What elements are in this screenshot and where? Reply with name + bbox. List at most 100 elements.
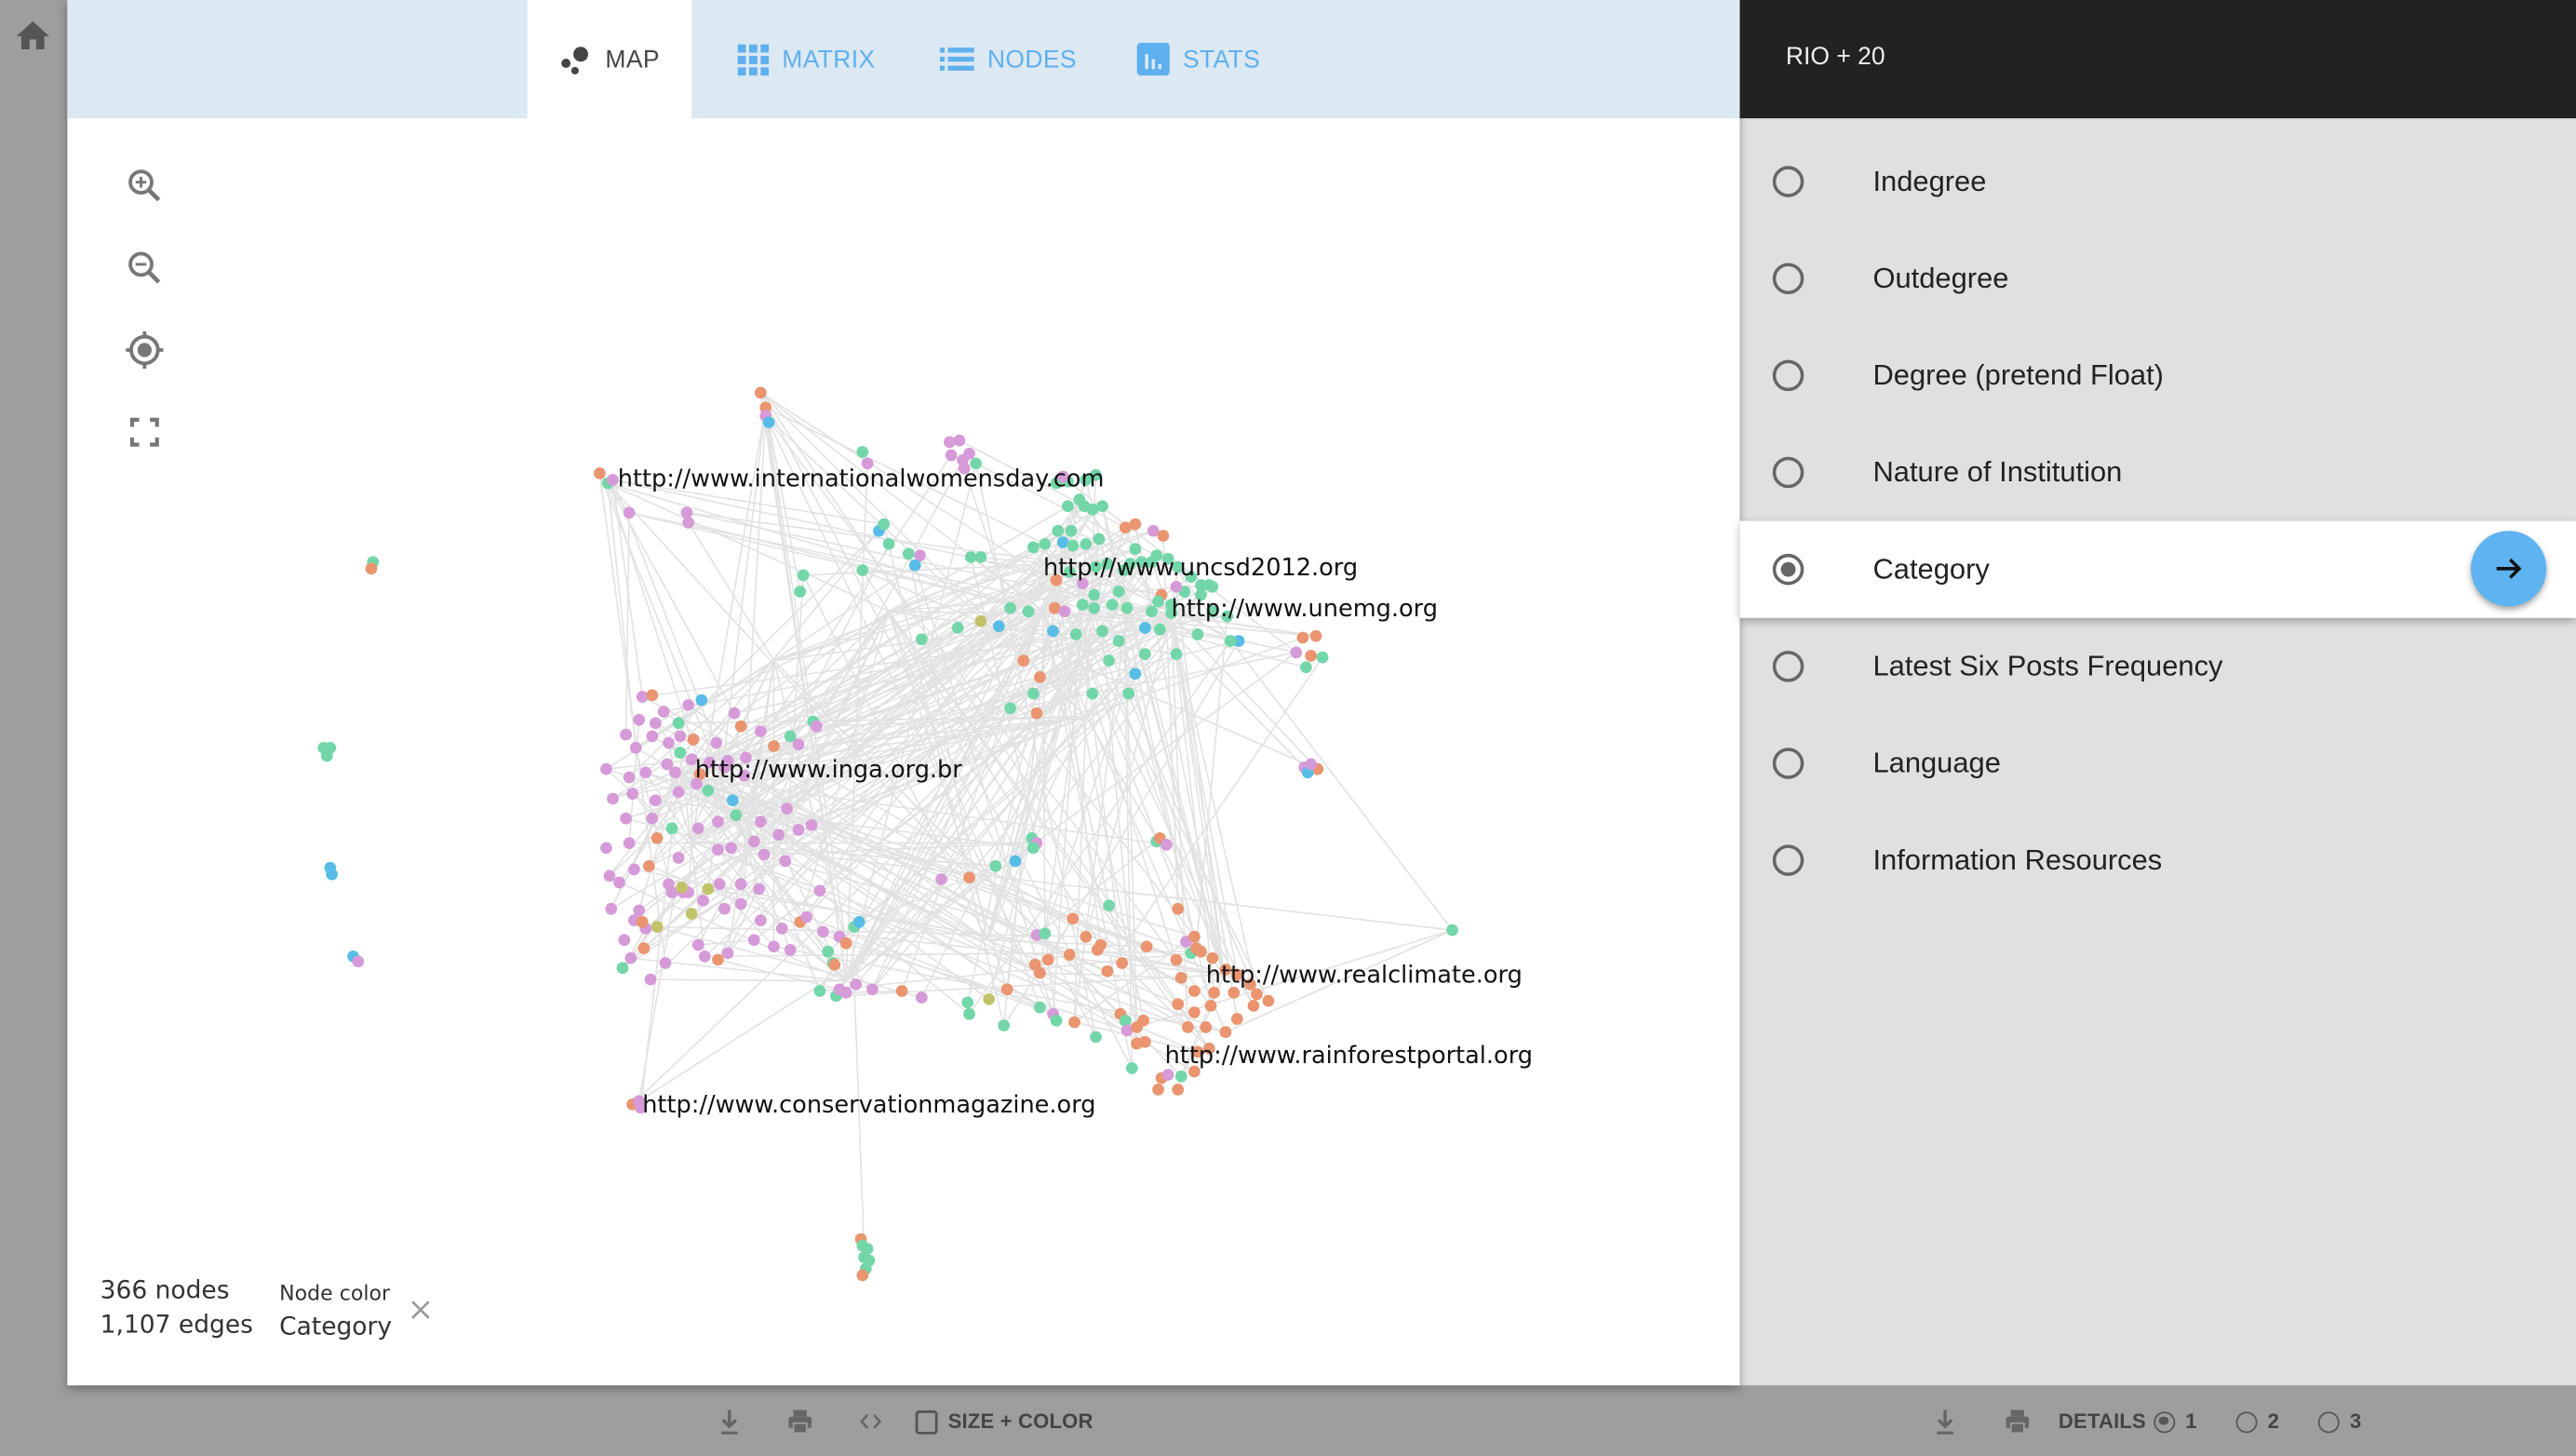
graph-node-purple[interactable] <box>650 794 662 807</box>
graph-node-purple[interactable] <box>1161 839 1173 851</box>
graph-node-orange[interactable] <box>1309 629 1322 642</box>
graph-node-orange[interactable] <box>646 689 659 702</box>
graph-node-purple[interactable] <box>800 910 813 923</box>
graph-node-olive[interactable] <box>702 883 715 896</box>
graph-node-orange[interactable] <box>1181 1020 1194 1033</box>
graph-node-green[interactable] <box>961 996 974 1009</box>
graph-node-orange[interactable] <box>1094 938 1107 951</box>
graph-node-green[interactable] <box>1039 927 1052 940</box>
graph-node-purple[interactable] <box>650 717 662 730</box>
graph-node-orange[interactable] <box>1247 1000 1260 1012</box>
graph-node-purple[interactable] <box>792 738 805 751</box>
graph-node-green[interactable] <box>989 859 1002 872</box>
graph-node-orange[interactable] <box>1296 631 1309 644</box>
graph-node-green[interactable] <box>1027 842 1040 855</box>
attribute-option[interactable]: Category <box>1739 520 2576 618</box>
graph-node-purple[interactable] <box>682 698 695 711</box>
graph-node-purple[interactable] <box>712 816 724 829</box>
graph-node-purple[interactable] <box>747 835 760 848</box>
graph-node-purple[interactable] <box>626 788 638 800</box>
graph-node-purple[interactable] <box>620 728 632 741</box>
attribute-option[interactable]: Indegree <box>1739 133 2576 230</box>
graph-node-purple[interactable] <box>734 897 747 910</box>
attribute-option[interactable]: Outdegree <box>1739 230 2576 327</box>
graph-node-purple[interactable] <box>629 741 642 754</box>
graph-node-orange[interactable] <box>1262 994 1275 1007</box>
graph-node-blue[interactable] <box>908 559 921 572</box>
graph-node-purple[interactable] <box>623 506 636 519</box>
graph-node-orange[interactable] <box>828 958 841 971</box>
graph-node-green[interactable] <box>1093 533 1106 546</box>
graph-node-orange[interactable] <box>1129 518 1142 531</box>
graph-node-green[interactable] <box>1152 595 1164 608</box>
graph-node-orange[interactable] <box>1172 902 1185 915</box>
graph-node-orange[interactable] <box>1170 953 1183 966</box>
graph-node-purple[interactable] <box>600 762 612 775</box>
graph-node-orange[interactable] <box>1188 985 1201 997</box>
graph-node-orange[interactable] <box>1034 966 1046 979</box>
graph-node-green[interactable] <box>1112 635 1125 647</box>
graph-node-orange[interactable] <box>895 985 908 997</box>
graph-node-purple[interactable] <box>600 842 612 855</box>
graph-node-blue[interactable] <box>1047 625 1059 638</box>
graph-node-purple[interactable] <box>352 955 365 968</box>
graph-node-blue[interactable] <box>762 416 775 429</box>
graph-node-purple[interactable] <box>628 863 640 876</box>
print-icon[interactable] <box>785 1407 815 1436</box>
graph-node-purple[interactable] <box>646 812 659 825</box>
graph-node-orange[interactable] <box>1188 1006 1201 1018</box>
graph-node-green[interactable] <box>1027 687 1040 700</box>
graph-node-purple[interactable] <box>618 934 631 947</box>
graph-node-purple[interactable] <box>935 873 947 885</box>
graph-node-purple[interactable] <box>639 766 652 779</box>
graph-node-green[interactable] <box>1062 500 1074 513</box>
graph-node-orange[interactable] <box>636 915 649 928</box>
graph-node-green[interactable] <box>1004 702 1017 715</box>
graph-node-orange[interactable] <box>687 734 700 746</box>
graph-node-green[interactable] <box>730 809 743 821</box>
print-icon[interactable] <box>2003 1407 2033 1436</box>
graph-node-orange[interactable] <box>768 740 780 752</box>
graph-node-green[interactable] <box>1086 687 1099 700</box>
graph-node-blue[interactable] <box>326 868 338 881</box>
graph-node-purple[interactable] <box>657 706 670 718</box>
graph-node-purple[interactable] <box>663 736 675 749</box>
graph-node-orange[interactable] <box>1204 1000 1217 1012</box>
graph-node-green[interactable] <box>915 633 928 646</box>
graph-node-purple[interactable] <box>620 812 632 825</box>
graph-node-purple[interactable] <box>805 818 818 831</box>
graph-node-orange[interactable] <box>1251 988 1263 1001</box>
graph-node-orange[interactable] <box>365 562 378 575</box>
graph-node-green[interactable] <box>1096 625 1108 638</box>
graph-node-purple[interactable] <box>721 947 734 960</box>
size-color-toggle[interactable]: SIZE + COLOR <box>915 1409 1093 1434</box>
graph-node-green[interactable] <box>882 537 895 550</box>
node-label[interactable]: http://www.realclimate.org <box>1206 962 1523 990</box>
graph-node-purple[interactable] <box>1170 580 1183 593</box>
graph-node-green[interactable] <box>794 586 807 598</box>
graph-node-green[interactable] <box>1125 1062 1138 1074</box>
graph-node-green[interactable] <box>674 747 687 759</box>
graph-node-purple[interactable] <box>781 802 793 815</box>
node-label[interactable]: http://www.internationalwomensday.com <box>618 465 1105 493</box>
network-graph[interactable]: http://www.internationalwomensday.com ht… <box>67 118 1739 1385</box>
graph-node-purple[interactable] <box>674 730 687 743</box>
graph-node-orange[interactable] <box>1174 972 1187 984</box>
details-option-3[interactable]: 3 <box>2318 1410 2362 1433</box>
attribute-option[interactable]: Information Resources <box>1739 812 2576 909</box>
graph-node-purple[interactable] <box>713 878 726 891</box>
graph-node-purple[interactable] <box>813 884 826 897</box>
details-option-1[interactable]: 1 <box>2153 1410 2197 1433</box>
graph-node-purple[interactable] <box>697 895 709 907</box>
graph-node-green[interactable] <box>902 547 915 560</box>
graph-node-green[interactable] <box>856 564 869 576</box>
graph-node-purple[interactable] <box>607 792 619 805</box>
graph-node-orange[interactable] <box>1063 949 1076 962</box>
graph-node-purple[interactable] <box>784 943 797 956</box>
graph-node-green[interactable] <box>1090 1031 1102 1044</box>
graph-node-green[interactable] <box>702 784 715 797</box>
tab-nodes[interactable]: NODES <box>939 0 1077 118</box>
graph-node-orange[interactable] <box>1000 983 1013 996</box>
graph-node-purple[interactable] <box>636 691 649 703</box>
graph-node-purple[interactable] <box>646 730 659 743</box>
